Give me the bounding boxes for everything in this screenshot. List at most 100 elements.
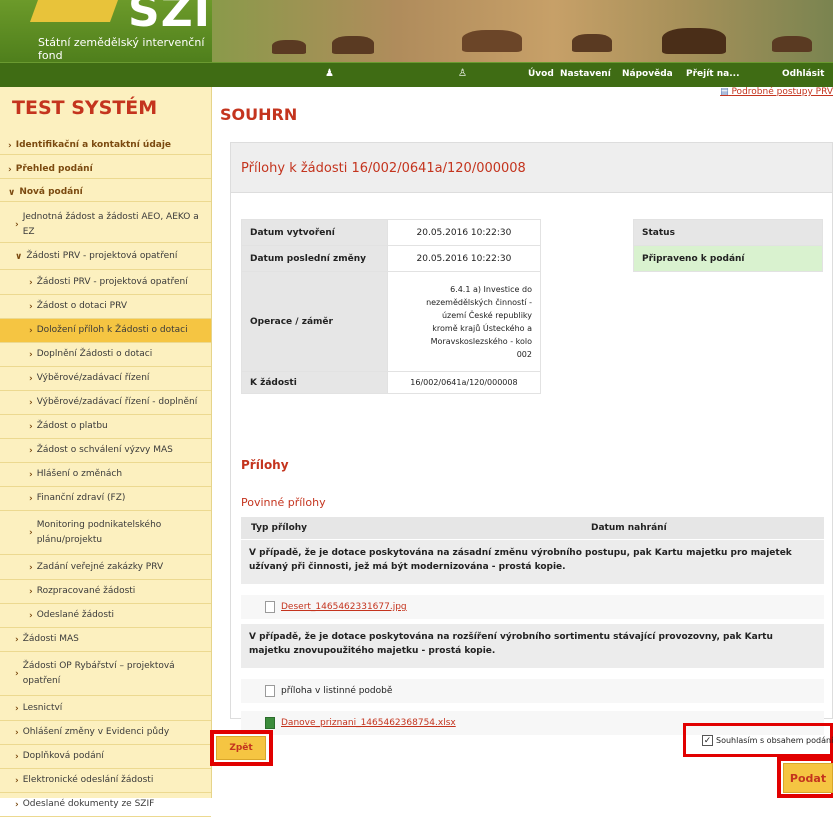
sidebar-item-label: Žádost o dotaci PRV — [37, 299, 127, 314]
chevron-right-icon: › — [29, 422, 33, 432]
sidebar-item-label: Žádosti PRV - projektová opatření — [37, 275, 188, 290]
submit-button[interactable]: Podat — [783, 763, 833, 793]
sidebar-item[interactable]: ∨ Žádosti PRV - projektová opatření — [0, 244, 211, 270]
table-row: Datum vytvoření 20.05.2016 10:22:30 — [242, 220, 541, 246]
chevron-right-icon: › — [29, 446, 33, 456]
sidebar-item-label: Lesnictví — [23, 701, 63, 716]
chevron-right-icon: › — [29, 563, 33, 573]
image-file-icon — [265, 601, 275, 613]
sidebar-item[interactable]: ›Hlášení o změnách — [0, 463, 211, 487]
cow-shape — [462, 30, 522, 52]
nav-odhlasit[interactable]: Odhlásit — [782, 69, 824, 79]
sidebar-item-label: Finanční zdraví (FZ) — [37, 491, 126, 506]
attachment-file-link[interactable]: Desert_1465462331677.jpg — [281, 602, 407, 612]
sidebar-item[interactable]: › Přehled podání — [0, 161, 211, 179]
modified-label: Datum poslední změny — [242, 246, 388, 272]
procedures-link[interactable]: ▤ Podrobné postupy PRV — [720, 87, 833, 97]
created-value: 20.05.2016 10:22:30 — [387, 220, 540, 246]
sidebar-item[interactable]: ›Žádost o schválení výzvy MAS — [0, 439, 211, 463]
chevron-right-icon: › — [15, 800, 19, 810]
sidebar-item[interactable]: › Žádosti OP Rybářství – projektová opatř… — [0, 652, 211, 696]
sidebar-item-label: Hlášení o změnách — [37, 467, 122, 482]
sidebar-item[interactable]: ›Rozpracované žádosti — [0, 580, 211, 604]
modified-value: 20.05.2016 10:22:30 — [387, 246, 540, 272]
sidebar-item[interactable]: ›Lesnictví — [0, 697, 211, 721]
sidebar-item[interactable]: ›Doplnění Žádosti o dotaci — [0, 343, 211, 367]
sidebar-item[interactable]: ›Doložení příloh k Žádosti o dotaci — [0, 319, 211, 343]
chevron-right-icon: › — [8, 141, 12, 151]
attachment-file-row: Desert_1465462331677.jpg — [241, 595, 824, 619]
logo-stripe — [30, 0, 118, 22]
sidebar-item[interactable]: › Odeslané dokumenty ze SZIF — [0, 793, 211, 817]
request-value: 16/002/0641a/120/000008 — [387, 372, 540, 394]
procedures-link-label[interactable]: Podrobné postupy PRV — [731, 87, 833, 97]
page-title: SOUHRN — [220, 105, 297, 124]
request-label: K žádosti — [242, 372, 388, 394]
back-button[interactable]: Zpět — [216, 736, 266, 760]
attachment-file-row: příloha v listinné podobě — [241, 679, 824, 703]
cow-shape — [662, 28, 726, 54]
nav-napoveda[interactable]: Nápověda — [622, 69, 673, 79]
nav-prejit-na[interactable]: Přejít na... — [686, 69, 739, 79]
nav-nastaveni[interactable]: Nastavení — [560, 69, 611, 79]
sidebar-item[interactable]: › Doplňková podání — [0, 745, 211, 769]
attachment-file-link[interactable]: Danove_priznani_1465462368754.xlsx — [281, 718, 456, 728]
sidebar-item[interactable]: ›Žádost o dotaci PRV — [0, 295, 211, 319]
attachments-heading: Přílohy — [241, 458, 289, 472]
agree-checkbox-row[interactable]: ✓ Souhlasím s obsahem podání — [702, 735, 833, 746]
sidebar-item[interactable]: ›Elektronické odeslání žádosti — [0, 769, 211, 793]
logo-area: SZIF Státní zemědělský intervenční fond — [0, 0, 212, 62]
chevron-right-icon: › — [8, 165, 12, 175]
sidebar-item[interactable]: ›Žádosti MAS — [0, 628, 211, 652]
document-icon — [265, 685, 275, 697]
person-icon[interactable]: ♟ — [325, 68, 335, 80]
sidebar-item-label: Doložení příloh k Žádosti o dotaci — [37, 323, 188, 338]
table-row: Připraveno k podání — [634, 246, 823, 272]
sidebar-item-label: Žádosti PRV - projektová opatření — [26, 249, 177, 264]
cow-shape — [572, 34, 612, 52]
agree-label: Souhlasím s obsahem podání — [716, 736, 833, 745]
chevron-right-icon: › — [15, 728, 19, 738]
chevron-right-icon: › — [29, 587, 33, 597]
sidebar-item[interactable]: ›Identifikační a kontaktní údaje — [0, 137, 211, 155]
sidebar-item-label: Odeslané dokumenty ze SZIF — [23, 797, 155, 812]
chevron-right-icon: › — [15, 752, 19, 762]
sidebar-item-label: Žádost o platbu — [37, 419, 108, 434]
sidebar-item-label: Ohlášení změny v Evidenci půdy — [23, 725, 169, 740]
sidebar-item[interactable]: ›Zadání veřejné zakázky PRV — [0, 556, 211, 580]
sidebar-item[interactable]: ∨Nová podání — [0, 184, 211, 202]
sidebar-item[interactable]: ›Výběrové/zadávací řízení - doplnění — [0, 391, 211, 415]
table-row: Operace / záměr 6.4.1 a) Investice do ne… — [242, 272, 541, 372]
system-title: TEST SYSTÉM — [12, 97, 157, 119]
sidebar-item[interactable]: ›Finanční zdraví (FZ) — [0, 487, 211, 511]
sidebar-item[interactable]: ›Monitoring podnikatelského plánu/projek… — [0, 511, 211, 555]
attachment-description: V případě, že je dotace poskytována na r… — [241, 624, 824, 668]
sidebar-item[interactable]: ›Výběrové/zadávací řízení — [0, 367, 211, 391]
user-icon[interactable]: ♙ — [458, 68, 468, 80]
sidebar-item-label: Žádosti OP Rybářství – projektová opatře… — [23, 659, 211, 689]
nav-uvod[interactable]: Úvod — [528, 69, 554, 79]
attachments-header: Typ přílohy Datum nahrání — [241, 517, 824, 539]
cow-shape — [772, 36, 812, 52]
sidebar-item[interactable]: › Jednotná žádost a žádosti AEO, AEKO a E… — [0, 207, 211, 243]
sidebar-item[interactable]: › Ohlášení změny v Evidenci půdy — [0, 721, 211, 745]
header-photo — [212, 0, 833, 62]
attachment-paper-note: příloha v listinné podobě — [281, 686, 392, 696]
cow-shape — [272, 40, 306, 54]
sidebar-item-label: Jednotná žádost a žádosti AEO, AEKO a EZ — [23, 210, 211, 240]
sidebar-item[interactable]: ›Odeslané žádosti — [0, 604, 211, 628]
chevron-down-icon: ∨ — [15, 252, 22, 262]
sidebar-item-label: Nová podání — [19, 185, 82, 200]
chevron-right-icon: › — [15, 776, 19, 786]
sidebar-item[interactable]: ›Žádosti PRV - projektová opatření — [0, 271, 211, 295]
sidebar-item-label: Monitoring podnikatelského plánu/projekt… — [37, 518, 211, 548]
agree-checkbox[interactable]: ✓ — [702, 735, 713, 746]
chevron-right-icon: › — [15, 669, 19, 679]
info-table: Datum vytvoření 20.05.2016 10:22:30 Datu… — [241, 219, 541, 394]
chevron-right-icon: › — [29, 374, 33, 384]
sidebar-item-label: Doplňková podání — [23, 749, 104, 764]
chevron-right-icon: › — [15, 220, 19, 230]
sidebar-item-label: Přehled podání — [16, 162, 93, 177]
table-row: K žádosti 16/002/0641a/120/000008 — [242, 372, 541, 394]
sidebar-item[interactable]: › Žádost o platbu — [0, 415, 211, 439]
